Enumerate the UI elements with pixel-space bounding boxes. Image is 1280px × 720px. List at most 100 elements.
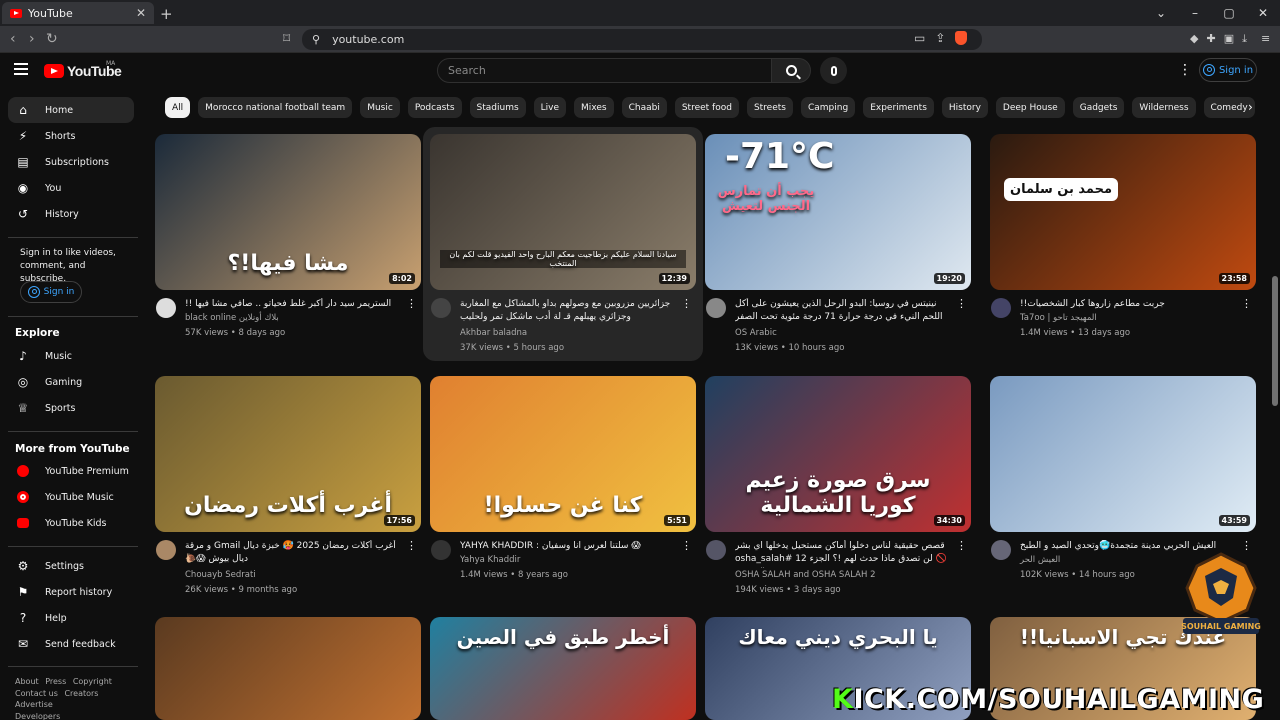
sidebar-item-you[interactable]: ◉ You	[8, 175, 134, 201]
puzzle-icon[interactable]: ✚	[1206, 32, 1215, 46]
video-menu-icon[interactable]: ⋮	[681, 540, 692, 551]
search-input[interactable]: Search	[437, 58, 772, 83]
video-card[interactable]: -71°C يجب أن تمارس الجنس لتعيش 19:20 نينيتس…	[705, 134, 971, 356]
chip-streets[interactable]: Streets	[746, 97, 793, 118]
channel-name[interactable]: العيش الحر	[1020, 555, 1060, 565]
video-menu-icon[interactable]: ⋮	[681, 298, 692, 309]
channel-name[interactable]: black online بلاك أونلاين	[185, 313, 279, 323]
chip-morocco-national-football-team[interactable]: Morocco national football team	[198, 97, 353, 118]
chip-street-food[interactable]: Street food	[674, 97, 739, 118]
sidebar-item-report-history[interactable]: ⚑ Report history	[8, 579, 134, 605]
video-thumbnail[interactable]: مشا فيها!؟ 8:02	[155, 134, 421, 290]
reload-icon[interactable]: ↻	[46, 31, 58, 47]
video-thumbnail[interactable]: -71°C يجب أن تمارس الجنس لتعيش 19:20	[705, 134, 971, 290]
sidebar-item-history[interactable]: ↺ History	[8, 201, 134, 227]
video-thumbnail[interactable]: كنا غن حسلوا! 5:51	[430, 376, 696, 532]
voice-search-button[interactable]	[820, 57, 847, 84]
video-menu-icon[interactable]: ⋮	[406, 540, 417, 551]
chip-chaabi[interactable]: Chaabi	[621, 97, 667, 118]
avatar[interactable]	[431, 540, 451, 560]
video-thumbnail[interactable]: سرق صورة زعيم كوريا الشمالية 34:30	[705, 376, 971, 532]
video-card[interactable]: مشا فيها!؟ 8:02 الستريمر سيد دار أكبر غلط …	[155, 134, 421, 356]
video-card[interactable]: أخطر طبق في الصين	[430, 617, 696, 720]
maximize-icon[interactable]: ▢	[1212, 0, 1246, 26]
scrollbar[interactable]	[1270, 91, 1280, 720]
footer-link-advertise[interactable]: Advertise	[15, 700, 53, 709]
sidebar-toggle-icon[interactable]: ▣	[1224, 32, 1234, 46]
sidebar-item-send-feedback[interactable]: ✉ Send feedback	[8, 631, 134, 657]
chips-next-icon[interactable]: ›	[1248, 100, 1253, 114]
sidebar-item-subscriptions[interactable]: ▤ Subscriptions	[8, 149, 134, 175]
chip-all[interactable]: All	[165, 97, 191, 118]
avatar[interactable]	[706, 298, 726, 318]
video-title[interactable]: YAHYA KHADDIR : سلتنا لعرس انا وسفيان 😱	[460, 540, 682, 555]
hamburger-menu-icon[interactable]	[14, 63, 28, 75]
site-settings-icon[interactable]: ⚲	[312, 33, 320, 46]
sidebar-signin-button[interactable]: Sign in	[20, 281, 82, 303]
browser-tab[interactable]: YouTube ✕	[2, 2, 154, 24]
browser-menu-icon[interactable]: ≡	[1261, 32, 1270, 46]
forward-icon[interactable]: ›	[29, 31, 35, 47]
video-thumbnail[interactable]: 43:59	[990, 376, 1256, 532]
avatar[interactable]	[156, 298, 176, 318]
signin-button[interactable]: Sign in	[1199, 58, 1257, 82]
sidebar-item-gaming[interactable]: ◎ Gaming	[8, 369, 134, 395]
video-card[interactable]: محمد بن سلمان 23:58 جربت مطاعم زاروها كبار…	[990, 134, 1256, 356]
youtube-logo[interactable]: YouTube MA	[44, 60, 122, 79]
sidebar-item-youtube-kids[interactable]: YouTube Kids	[8, 510, 134, 536]
video-thumbnail[interactable]: أخطر طبق في الصين	[430, 617, 696, 720]
search-button[interactable]	[771, 58, 811, 83]
video-thumbnail[interactable]: محمد بن سلمان 23:58	[990, 134, 1256, 290]
sidebar-item-youtube-premium[interactable]: YouTube Premium	[8, 458, 134, 484]
footer-link-creators[interactable]: Creators	[64, 689, 98, 698]
scrollbar-thumb[interactable]	[1272, 276, 1278, 406]
video-title[interactable]: جزائريين مزروبين مع وصولهم بداو بالمشاكل…	[460, 298, 682, 326]
chip-comedy[interactable]: Comedy	[1203, 97, 1255, 118]
sidebar-item-music[interactable]: ♪ Music	[8, 343, 134, 369]
video-title[interactable]: أغرب أكلات رمضان 2025 🥵 خبزة ديال Gmail …	[185, 540, 407, 568]
chip-podcasts[interactable]: Podcasts	[407, 97, 462, 118]
video-thumbnail[interactable]	[155, 617, 421, 720]
chip-stadiums[interactable]: Stadiums	[469, 97, 526, 118]
video-card[interactable]	[155, 617, 421, 720]
sidebar-item-youtube-music[interactable]: YouTube Music	[8, 484, 134, 510]
sidebar-item-home[interactable]: ⌂ Home	[8, 97, 134, 123]
sidebar-item-help[interactable]: ? Help	[8, 605, 134, 631]
brave-shields-icon[interactable]	[955, 31, 968, 45]
channel-name[interactable]: Chouayb Sedrati	[185, 570, 256, 580]
avatar[interactable]	[431, 298, 451, 318]
video-card[interactable]: سرق صورة زعيم كوريا الشمالية 34:30 قصص حقي…	[705, 376, 971, 598]
channel-name[interactable]: Akhbar baladna	[460, 328, 527, 338]
minimize-icon[interactable]: –	[1178, 0, 1212, 26]
window-close-icon[interactable]: ✕	[1246, 0, 1280, 26]
video-title[interactable]: نينيتس في روسيا: البدو الرحل الذين يعيشو…	[735, 298, 957, 326]
chip-experiments[interactable]: Experiments	[863, 97, 934, 118]
chip-gadgets[interactable]: Gadgets	[1072, 97, 1125, 118]
footer-link-developers[interactable]: Developers	[15, 712, 60, 720]
video-title[interactable]: قصص حقيقية لناس دخلوا أماكن مستحيل يدخله…	[735, 540, 957, 568]
video-menu-icon[interactable]: ⋮	[1241, 298, 1252, 309]
new-tab-button[interactable]: +	[160, 5, 173, 23]
video-menu-icon[interactable]: ⋮	[956, 540, 967, 551]
chip-mixes[interactable]: Mixes	[574, 97, 614, 118]
chip-wilderness[interactable]: Wilderness	[1132, 97, 1196, 118]
avatar[interactable]	[156, 540, 176, 560]
chip-deep-house[interactable]: Deep House	[995, 97, 1065, 118]
sidebar-item-sports[interactable]: ♕ Sports	[8, 395, 134, 421]
video-menu-icon[interactable]: ⋮	[406, 298, 417, 309]
share-icon[interactable]: ⇪	[935, 31, 945, 45]
download-icon[interactable]: ⤓	[1242, 32, 1247, 46]
chip-music[interactable]: Music	[360, 97, 400, 118]
video-title[interactable]: جربت مطاعم زاروها كبار الشخصيات!!	[1020, 298, 1242, 313]
bookmark-icon[interactable]: ⌑	[283, 31, 290, 47]
cast-icon[interactable]: ▭	[914, 31, 925, 45]
footer-link-about[interactable]: About	[15, 677, 39, 686]
channel-name[interactable]: Yahya Khaddir	[460, 555, 520, 565]
back-icon[interactable]: ‹	[10, 31, 16, 47]
settings-menu-icon[interactable]: ⋮	[1178, 63, 1192, 77]
sidebar-item-settings[interactable]: ⚙ Settings	[8, 553, 134, 579]
sidebar-item-shorts[interactable]: ⚡ Shorts	[8, 123, 134, 149]
footer-link-copyright[interactable]: Copyright	[73, 677, 112, 686]
avatar[interactable]	[706, 540, 726, 560]
video-title[interactable]: الستريمر سيد دار أكبر غلط فحياتو .. صافي…	[185, 298, 407, 313]
